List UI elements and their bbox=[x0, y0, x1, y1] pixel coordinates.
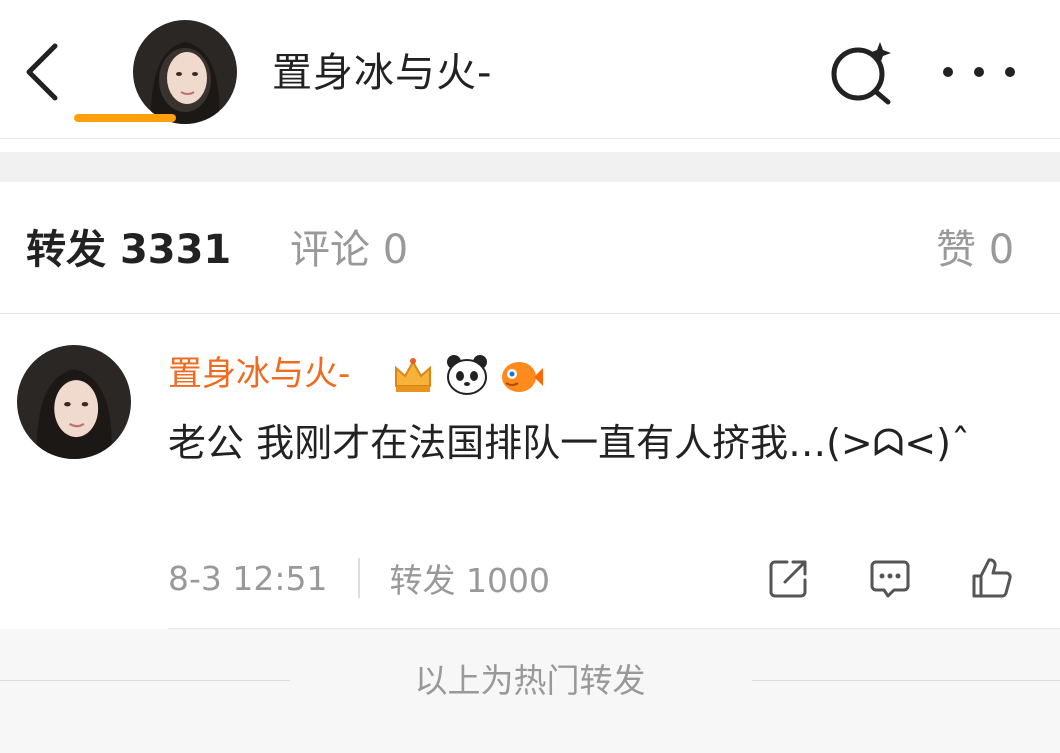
share-button[interactable] bbox=[767, 556, 811, 600]
post-meta: 8-3 12:51 转发 1000 bbox=[168, 556, 550, 600]
panda-badge-icon[interactable] bbox=[444, 352, 490, 398]
more-dots-icon bbox=[943, 67, 953, 77]
post-time: 8-3 12:51 bbox=[168, 558, 328, 598]
comment-button[interactable] bbox=[868, 556, 912, 600]
tab-bar: 转发 3331 评论 0 赞 0 bbox=[0, 182, 1060, 314]
like-button[interactable] bbox=[970, 556, 1014, 600]
header-avatar[interactable] bbox=[133, 20, 237, 124]
fish-badge-icon[interactable] bbox=[498, 352, 544, 398]
search-sparkle-icon bbox=[831, 42, 891, 105]
search-button[interactable] bbox=[828, 40, 896, 106]
chevron-left-icon bbox=[26, 43, 58, 101]
post-text: 老公 我刚才在法国排队一直有人挤我…(>ᗣ<)ˆ bbox=[168, 421, 970, 465]
more-button[interactable] bbox=[943, 50, 1015, 94]
hot-reposts-end-label: 以上为热门转发 bbox=[414, 661, 646, 700]
thumbs-up-icon bbox=[972, 558, 1012, 598]
username[interactable]: 置身冰与火- bbox=[168, 350, 350, 398]
repost-count: 转发 1000 bbox=[389, 561, 550, 600]
tab-repost[interactable]: 转发 3331 bbox=[26, 224, 231, 276]
section-divider bbox=[0, 152, 1060, 182]
comment-icon bbox=[870, 560, 910, 598]
back-button[interactable] bbox=[18, 40, 68, 104]
tab-comment[interactable]: 评论 0 bbox=[290, 224, 408, 276]
avatar[interactable] bbox=[17, 345, 131, 459]
crown-badge-icon[interactable] bbox=[390, 352, 436, 398]
active-tab-indicator bbox=[74, 114, 176, 122]
page-title: 置身冰与火- bbox=[272, 50, 493, 96]
share-icon bbox=[769, 560, 807, 598]
user-badges bbox=[390, 352, 544, 398]
tab-like[interactable]: 赞 0 bbox=[936, 224, 1014, 276]
meta-separator bbox=[357, 558, 360, 598]
